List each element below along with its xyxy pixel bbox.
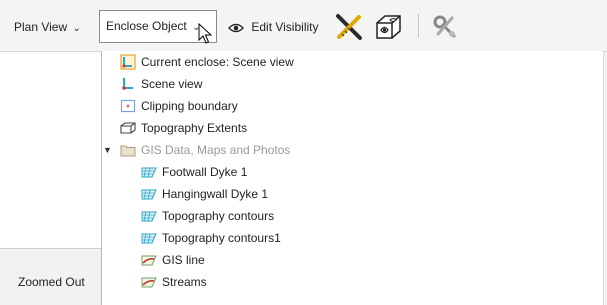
eye-icon bbox=[228, 23, 244, 32]
3d-box-eye-icon bbox=[376, 15, 401, 39]
scene-axes-icon bbox=[122, 78, 133, 90]
settings-tools-button[interactable] bbox=[430, 12, 460, 42]
menu-item-label: GIS Data, Maps and Photos bbox=[141, 143, 291, 157]
menu-item-label: Topography contours1 bbox=[162, 231, 281, 245]
surface-mesh-icon bbox=[141, 189, 157, 200]
clipping-boundary-icon bbox=[120, 99, 136, 113]
edit-visibility-label: Edit Visibility bbox=[251, 20, 319, 34]
3d-box-eye-button[interactable] bbox=[373, 12, 403, 42]
chevron-down-icon: ⌄ bbox=[72, 23, 81, 34]
menu-item-label: Hangingwall Dyke 1 bbox=[162, 187, 269, 201]
view-toolbar: Plan View ⌄ Enclose Object ⌄ Edit Visibi… bbox=[0, 0, 607, 52]
surface-mesh-icon bbox=[141, 233, 157, 244]
menu-item-label: Current enclose: Scene view bbox=[141, 55, 294, 69]
plan-view-dropdown[interactable]: Plan View ⌄ bbox=[14, 16, 81, 38]
menu-item-label: Topography contours bbox=[162, 209, 275, 223]
enclose-current-icon bbox=[120, 54, 136, 70]
menu-item-label: Clipping boundary bbox=[141, 99, 238, 113]
topography-extents-icon bbox=[120, 122, 136, 134]
surface-mesh-icon bbox=[141, 167, 157, 178]
ruler-cross-icon bbox=[336, 14, 362, 40]
surface-mesh-icon bbox=[141, 211, 157, 222]
zoomed-out-label: Zoomed Out bbox=[18, 275, 85, 289]
ruler-cross-button[interactable] bbox=[334, 12, 364, 42]
menu-item-label: Scene view bbox=[141, 77, 203, 91]
enclose-object-menu: Current enclose: Scene view Scene view C… bbox=[101, 51, 603, 305]
menu-item-label: Footwall Dyke 1 bbox=[162, 165, 248, 179]
expand-triangle-icon[interactable]: ▼ bbox=[103, 139, 112, 161]
gis-line-icon bbox=[141, 277, 157, 288]
scrollbar[interactable] bbox=[603, 52, 607, 305]
menu-item-label: Streams bbox=[162, 275, 207, 289]
enclose-object-label: Enclose Object bbox=[106, 19, 187, 33]
edit-visibility-button[interactable]: Edit Visibility bbox=[228, 16, 318, 38]
menu-item-label: GIS line bbox=[162, 253, 205, 267]
plan-view-label: Plan View bbox=[14, 20, 68, 34]
toolbar-separator bbox=[418, 14, 419, 38]
menu-item-label: Topography Extents bbox=[141, 121, 248, 135]
gis-line-icon bbox=[141, 255, 157, 266]
settings-tools-icon bbox=[433, 15, 456, 38]
mouse-pointer-icon bbox=[198, 23, 212, 44]
folder-icon bbox=[120, 145, 136, 157]
